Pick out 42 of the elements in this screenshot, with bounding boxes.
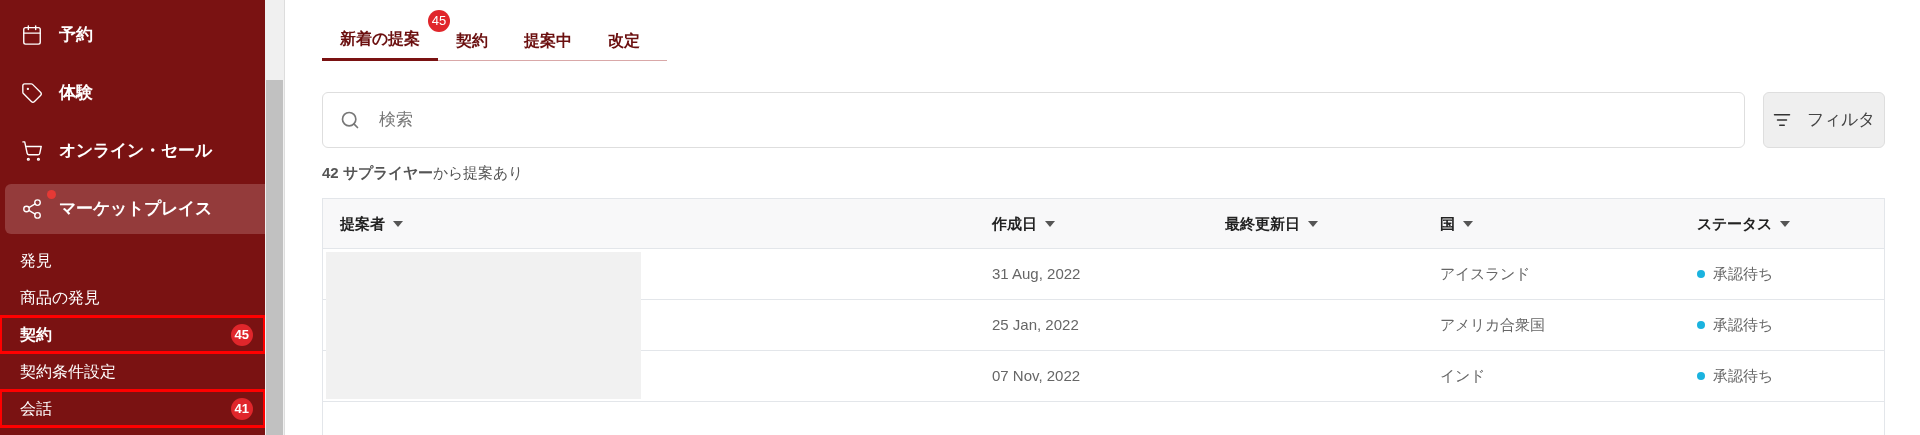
- cart-icon: [21, 140, 43, 162]
- search-field[interactable]: 検索: [322, 92, 1745, 148]
- column-header[interactable]: 最終更新日: [1225, 212, 1318, 235]
- status-text: 承認待ち: [1713, 314, 1773, 335]
- nav-item[interactable]: 体験: [5, 68, 265, 118]
- sort-caret-icon: [1780, 220, 1790, 227]
- sort-caret-icon: [393, 220, 403, 227]
- tag-icon: [21, 82, 43, 104]
- tab[interactable]: 改定: [590, 20, 658, 61]
- calendar-icon: [21, 24, 43, 46]
- nav-item[interactable]: オンライン・セール: [5, 126, 265, 176]
- table-cell-text: アメリカ合衆国: [1440, 314, 1545, 335]
- count-badge: 45: [428, 10, 450, 32]
- status-text: 承認待ち: [1713, 263, 1773, 284]
- count-badge: 45: [230, 323, 253, 346]
- sort-caret-icon: [1463, 220, 1473, 227]
- search-icon: [340, 110, 360, 130]
- summary-text: 42 サプライヤーから提案あり: [322, 163, 524, 183]
- nav-subitem[interactable]: 商品の発見: [0, 279, 265, 316]
- column-header[interactable]: ステータス: [1697, 212, 1790, 235]
- column-header[interactable]: 提案者: [340, 212, 403, 235]
- table-cell-text: 25 Jan, 2022: [992, 314, 1079, 335]
- column-header[interactable]: 作成日: [992, 212, 1055, 235]
- sort-caret-icon: [1308, 220, 1318, 227]
- status-text: 承認待ち: [1713, 365, 1773, 386]
- nav-item[interactable]: マーケットプレイス: [5, 184, 265, 234]
- tab[interactable]: 提案中: [506, 20, 590, 61]
- table-cell-text: インド: [1440, 365, 1485, 386]
- nav-subitem[interactable]: 会話 41: [0, 390, 265, 427]
- count-badge: 41: [230, 397, 253, 420]
- nav-item[interactable]: 予約: [5, 10, 265, 60]
- sort-caret-icon: [1045, 220, 1055, 227]
- nodes-icon: [21, 198, 43, 220]
- filter-button[interactable]: フィルタ: [1763, 92, 1885, 148]
- nav-subitem[interactable]: 契約条件設定: [0, 353, 265, 390]
- table-cell-text: 07 Nov, 2022: [992, 365, 1081, 386]
- nav-subitem[interactable]: 契約 45: [0, 316, 265, 353]
- table-cell-text: 31 Aug, 2022: [992, 263, 1081, 284]
- filter-icon: [1773, 111, 1791, 129]
- nav-subitem[interactable]: 発見: [0, 242, 265, 279]
- column-header[interactable]: 国: [1440, 212, 1473, 235]
- table-cell-text: アイスランド: [1440, 263, 1530, 284]
